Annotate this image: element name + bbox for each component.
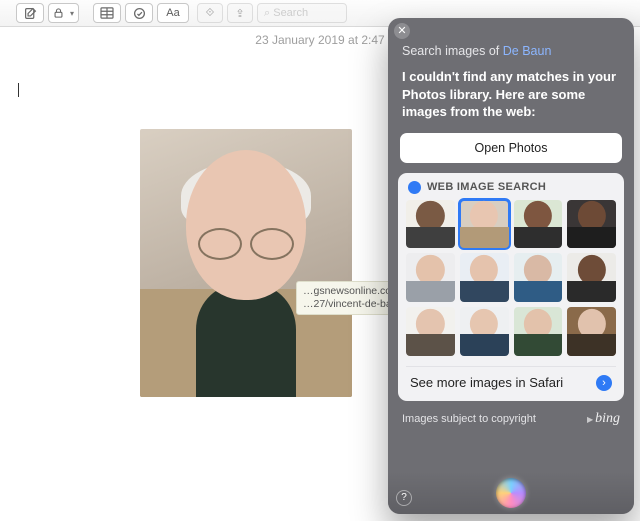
lock-menu[interactable]: ▾ <box>48 3 79 23</box>
siri-results-panel: ✕ Search images of De Baun I couldn't fi… <box>388 18 634 514</box>
image-thumb[interactable] <box>460 200 509 249</box>
panel-footer: ? <box>388 472 634 514</box>
siri-orb-icon[interactable] <box>496 478 526 508</box>
image-thumb[interactable] <box>514 200 563 249</box>
image-thumb[interactable] <box>460 253 509 302</box>
image-thumb[interactable] <box>567 200 616 249</box>
help-icon[interactable]: ? <box>396 490 412 506</box>
copyright-row: Images subject to copyright bing <box>402 411 620 427</box>
note-image[interactable] <box>140 129 352 397</box>
image-thumb[interactable] <box>567 253 616 302</box>
table-button[interactable] <box>93 3 121 23</box>
card-header: WEB IMAGE SEARCH <box>406 181 616 200</box>
bing-logo: bing <box>587 411 620 427</box>
chevron-right-icon: › <box>596 375 612 391</box>
new-note-button[interactable] <box>16 3 44 23</box>
image-thumb[interactable] <box>406 253 455 302</box>
text-cursor <box>18 83 19 97</box>
web-image-search-card: WEB IMAGE SEARCH See more images in Safa… <box>398 173 624 401</box>
image-thumb[interactable] <box>406 200 455 249</box>
globe-icon <box>408 181 421 194</box>
close-icon[interactable]: ✕ <box>394 23 410 39</box>
search-term-link[interactable]: De Baun <box>503 44 552 58</box>
chevron-down-icon: ▾ <box>70 9 74 18</box>
checklist-button[interactable] <box>125 3 153 23</box>
image-thumb[interactable] <box>406 307 455 356</box>
lock-icon <box>53 7 64 19</box>
search-query-line: Search images of De Baun <box>402 44 620 58</box>
open-photos-button[interactable]: Open Photos <box>400 133 622 163</box>
share-button[interactable]: ⇪ <box>227 3 253 23</box>
attach-button[interactable]: ⟐ <box>197 3 223 23</box>
image-thumb[interactable] <box>567 307 616 356</box>
panel-message: I couldn't find any matches in your Phot… <box>402 68 620 121</box>
image-thumb[interactable] <box>460 307 509 356</box>
image-thumb[interactable] <box>514 307 563 356</box>
image-grid <box>406 200 616 356</box>
image-thumb[interactable] <box>514 253 563 302</box>
search-field[interactable]: ⌕ Search <box>257 3 347 23</box>
see-more-row[interactable]: See more images in Safari › <box>406 366 616 391</box>
format-button[interactable]: Aa <box>157 3 189 23</box>
